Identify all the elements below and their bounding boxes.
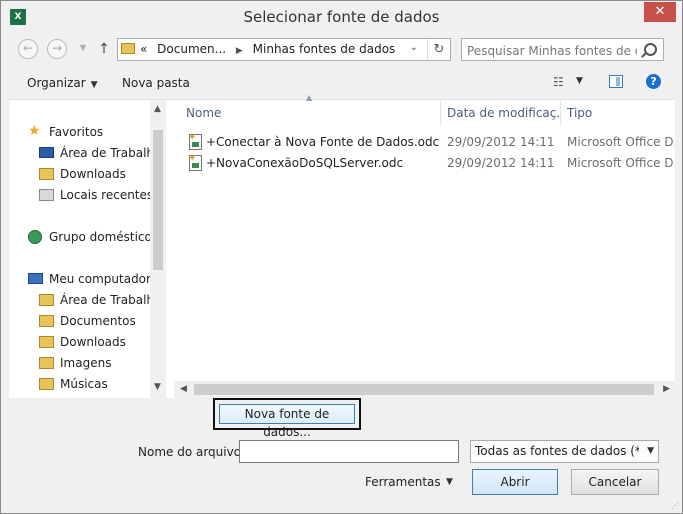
chevron-left-icon[interactable]: ◀: [180, 384, 187, 394]
nav-item-label: Documentos: [60, 314, 136, 328]
tools-dropdown-icon[interactable]: ▼: [446, 477, 453, 487]
file-date: 29/09/2012 14:11: [447, 156, 555, 170]
column-header-type[interactable]: Tipo: [567, 100, 592, 126]
window-title: Selecionar fonte de dados: [243, 8, 440, 26]
file-type-select[interactable]: Todas as fontes de dados (*.odc ▼: [470, 440, 659, 463]
refresh-button[interactable]: ↻: [427, 39, 450, 60]
chevron-up-icon[interactable]: ▲: [154, 104, 161, 114]
file-name: +Conectar à Nova Fonte de Dados.odc: [206, 135, 440, 149]
refresh-icon: ↻: [433, 42, 445, 57]
nav-item-label: Meu computador: [49, 272, 151, 286]
folder-icon: [39, 336, 54, 348]
folder-icon: [39, 315, 54, 327]
arrow-left-icon: ←: [22, 41, 34, 55]
folder-icon: [39, 168, 54, 180]
scrollbar-thumb[interactable]: [194, 384, 654, 395]
nav-item-label: Favoritos: [49, 125, 104, 139]
close-button[interactable]: ✕: [644, 2, 676, 22]
filename-input[interactable]: [239, 440, 459, 463]
column-divider[interactable]: [440, 100, 441, 126]
view-options-icon[interactable]: ☷: [553, 76, 567, 88]
nav-item-label: Grupo doméstico: [49, 230, 152, 244]
arrow-right-icon: →: [51, 41, 63, 55]
file-type: Microsoft Office D...: [567, 135, 675, 149]
breadcrumb: « Documen... ▶ Minhas fontes de dados: [140, 42, 401, 56]
organize-button[interactable]: Organizar ▼: [27, 76, 98, 90]
folder-icon: [39, 357, 54, 369]
folder-icon: [39, 378, 54, 390]
organize-label: Organizar: [27, 76, 86, 90]
nav-scrollbar[interactable]: ▲ ▼: [150, 100, 166, 398]
nav-item-label: Área de Trabalho: [60, 293, 162, 307]
chevron-down-icon: ▼: [90, 80, 98, 90]
chevron-right-icon[interactable]: ▶: [236, 46, 243, 56]
arrow-up-icon: ↑: [98, 41, 110, 57]
column-divider[interactable]: [560, 100, 561, 126]
file-row[interactable]: +NovaConexãoDoSQLServer.odc 29/09/2012 1…: [174, 149, 675, 173]
tools-button[interactable]: Ferramentas: [365, 475, 441, 489]
new-data-source-button[interactable]: Nova fonte de dados...: [219, 404, 355, 439]
nav-item-label: Locais recentes: [60, 188, 154, 202]
close-icon: ✕: [654, 4, 666, 19]
nav-item-label: Músicas: [60, 377, 108, 391]
nav-item-label: Downloads: [60, 335, 126, 349]
odc-file-icon: [188, 128, 202, 150]
file-date: 29/09/2012 14:11: [447, 135, 555, 149]
recent-locations-button[interactable]: ▼: [77, 39, 89, 59]
column-header-date[interactable]: Data de modificaç...: [447, 100, 561, 126]
chevron-right-icon[interactable]: ▶: [663, 384, 670, 394]
chevron-down-icon[interactable]: ▼: [154, 382, 161, 392]
nav-item-label: Área de Trabalho: [60, 146, 162, 160]
chevron-down-icon: ▼: [647, 446, 654, 456]
preview-pane-icon[interactable]: [609, 75, 623, 88]
breadcrumb-prefix[interactable]: «: [140, 42, 147, 56]
scrollbar-thumb[interactable]: [153, 130, 163, 270]
file-type: Microsoft Office D...: [567, 156, 675, 170]
title-bar: X Selecionar fonte de dados ✕: [1, 1, 682, 32]
breadcrumb-data-sources[interactable]: Minhas fontes de dados: [253, 42, 396, 56]
file-list: ▲ Nome Data de modificaç... Tipo +Conect…: [174, 93, 675, 398]
odc-file-icon: [188, 149, 202, 171]
nav-item-label: Downloads: [60, 167, 126, 181]
filename-label: Nome do arquivo:: [138, 445, 246, 459]
resize-grip-icon[interactable]: ⋰: [671, 501, 679, 510]
computer-icon: [28, 273, 43, 284]
file-list-scrollbar[interactable]: ◀ ▶: [174, 381, 675, 398]
homegroup-icon: [28, 230, 42, 244]
help-icon[interactable]: ?: [646, 74, 661, 89]
desktop-icon: [39, 147, 54, 158]
sort-indicator-icon: ▲: [306, 93, 313, 102]
view-dropdown-icon[interactable]: ▼: [576, 76, 583, 86]
file-type-select-value: Todas as fontes de dados (*.odc: [475, 444, 639, 458]
star-icon: ★: [28, 123, 41, 139]
navigation-pane: ★ Favoritos Área de Trabalho Downloads L…: [9, 100, 166, 398]
dialog-window: X Selecionar fonte de dados ✕ ← → ▼ ↑ « …: [0, 0, 683, 514]
file-row[interactable]: +Conectar à Nova Fonte de Dados.odc 29/0…: [174, 128, 675, 152]
nav-item-label: Imagens: [60, 356, 112, 370]
open-button[interactable]: Abrir: [472, 469, 558, 495]
desktop-icon: [39, 294, 54, 306]
breadcrumb-documents[interactable]: Documen...: [157, 42, 226, 56]
new-folder-button[interactable]: Nova pasta: [122, 76, 190, 90]
search-box: [461, 38, 664, 61]
search-icon[interactable]: [644, 43, 657, 56]
file-name: +NovaConexãoDoSQLServer.odc: [206, 156, 404, 170]
search-input[interactable]: [465, 41, 639, 60]
recent-places-icon: [39, 189, 54, 201]
back-button[interactable]: ←: [18, 39, 38, 59]
folder-icon: [121, 43, 135, 54]
cancel-button[interactable]: Cancelar: [571, 469, 659, 495]
address-dropdown-icon[interactable]: ⌄: [410, 42, 418, 53]
main-area: ★ Favoritos Área de Trabalho Downloads L…: [9, 93, 675, 398]
column-header-name[interactable]: Nome: [186, 100, 221, 126]
command-bar: Organizar ▼ Nova pasta ☷ ▼ ?: [9, 68, 675, 98]
address-bar[interactable]: « Documen... ▶ Minhas fontes de dados ⌄ …: [117, 38, 451, 61]
forward-button[interactable]: →: [47, 39, 67, 59]
new-data-source-highlight: Nova fonte de dados...: [213, 398, 361, 439]
up-button[interactable]: ↑: [96, 39, 112, 59]
chevron-down-icon: ▼: [79, 43, 87, 52]
